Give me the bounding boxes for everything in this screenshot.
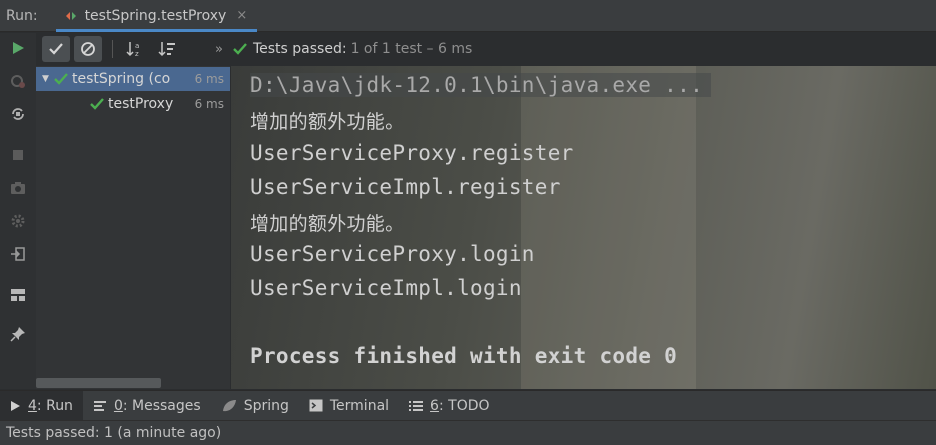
console-line: UserServiceProxy.register bbox=[250, 141, 574, 165]
svg-text:z: z bbox=[135, 50, 139, 57]
tests-passed-summary: Tests passed: 1 of 1 test – 6 ms bbox=[233, 41, 472, 57]
close-tab-icon[interactable]: × bbox=[236, 8, 247, 23]
camera-icon bbox=[11, 182, 25, 194]
tree-item-testspring[interactable]: ▼ testSpring (co 6 ms bbox=[36, 67, 230, 91]
tool-tab-messages-num: 0 bbox=[113, 397, 123, 414]
expand-arrow-icon[interactable]: ▼ bbox=[42, 74, 54, 84]
dump-threads-button[interactable] bbox=[7, 177, 29, 199]
restore-layout-button[interactable] bbox=[7, 284, 29, 306]
run-actions-strip bbox=[0, 33, 36, 389]
tests-passed-label: Tests passed: bbox=[252, 41, 347, 57]
toolbar-separator bbox=[112, 40, 113, 58]
console-line: 增加的额外功能。 bbox=[250, 213, 405, 235]
test-tree: ▼ testSpring (co 6 ms testProxy 6 ms bbox=[36, 66, 230, 389]
settings-button[interactable] bbox=[7, 210, 29, 232]
sort-alpha-icon: a z bbox=[126, 42, 139, 57]
layout-icon bbox=[11, 289, 25, 301]
messages-icon bbox=[93, 400, 107, 412]
auto-test-icon bbox=[12, 108, 24, 120]
stop-button[interactable] bbox=[7, 144, 29, 166]
toggle-auto-test-button[interactable] bbox=[7, 103, 29, 125]
run-tab-testproxy[interactable]: testSpring.testProxy × bbox=[55, 0, 258, 32]
run-icon bbox=[10, 400, 21, 412]
terminal-icon bbox=[309, 399, 323, 412]
run-tab-title: testSpring.testProxy bbox=[84, 7, 227, 24]
passed-check-icon bbox=[54, 73, 68, 85]
show-ignored-toggle[interactable] bbox=[74, 36, 102, 62]
rerun-failed-icon bbox=[11, 75, 25, 88]
tests-passed-count: 1 of 1 test – 6 ms bbox=[350, 41, 473, 57]
tree-item-time: 6 ms bbox=[194, 97, 224, 111]
run-label: Run: bbox=[6, 7, 38, 24]
console-line: UserServiceProxy.login bbox=[250, 242, 535, 266]
stop-icon bbox=[13, 150, 23, 160]
console-line: UserServiceImpl.register bbox=[250, 175, 561, 199]
passed-check-icon bbox=[233, 43, 247, 55]
pin-tab-button[interactable] bbox=[7, 323, 29, 345]
console-line: 增加的额外功能。 bbox=[250, 111, 405, 133]
ignored-icon bbox=[81, 42, 95, 56]
test-results-toolbar: a z » Tests passed: 1 of 1 test – 6 ms bbox=[36, 33, 936, 65]
todo-list-icon bbox=[409, 400, 424, 412]
exit-button[interactable] bbox=[7, 243, 29, 265]
sort-alphabetically-button[interactable]: a z bbox=[121, 36, 149, 62]
sort-duration-icon bbox=[158, 42, 175, 57]
rerun-button[interactable] bbox=[7, 37, 29, 59]
svg-text:a: a bbox=[135, 42, 139, 50]
console-line-command: D:\Java\jdk-12.0.1\bin\java.exe ... bbox=[250, 73, 712, 97]
console-line: UserServiceImpl.login bbox=[250, 276, 522, 300]
tree-item-label: testProxy bbox=[108, 96, 174, 112]
status-bar: Tests passed: 1 (a minute ago) bbox=[0, 420, 936, 445]
tool-tab-todo-label: : TODO bbox=[438, 397, 490, 414]
tool-tab-messages-label: : Messages bbox=[122, 397, 201, 414]
exit-icon bbox=[11, 247, 25, 261]
rerun-failed-button[interactable] bbox=[7, 70, 29, 92]
more-actions-chevron[interactable]: » bbox=[215, 42, 223, 57]
tree-item-testproxy[interactable]: testProxy 6 ms bbox=[36, 92, 230, 116]
tool-tab-messages[interactable]: 0: Messages bbox=[83, 391, 211, 421]
tree-item-time: 6 ms bbox=[194, 72, 224, 86]
tool-tab-terminal-label: Terminal bbox=[329, 397, 390, 414]
spring-leaf-icon bbox=[221, 399, 237, 413]
sort-by-duration-button[interactable] bbox=[153, 36, 181, 62]
tool-window-bar: 4: Run 0: Messages Spring Terminal 6: T… bbox=[0, 390, 936, 421]
tool-tab-todo[interactable]: 6: TODO bbox=[399, 391, 499, 421]
play-icon bbox=[13, 42, 24, 54]
pin-icon bbox=[10, 327, 25, 342]
gear-icon bbox=[11, 214, 25, 228]
tree-item-label: testSpring (co bbox=[72, 71, 171, 87]
tree-horizontal-scrollbar[interactable] bbox=[36, 378, 161, 388]
console-output[interactable]: D:\Java\jdk-12.0.1\bin\java.exe ... 增加的额… bbox=[231, 66, 936, 389]
tool-tab-spring[interactable]: Spring bbox=[211, 391, 299, 421]
tool-tab-terminal[interactable]: Terminal bbox=[299, 391, 399, 421]
tool-tab-run[interactable]: 4: Run bbox=[0, 390, 83, 421]
run-config-icon bbox=[64, 9, 78, 23]
passed-check-icon bbox=[90, 98, 104, 110]
tool-tab-spring-label: Spring bbox=[243, 397, 289, 414]
console-line-exit: Process finished with exit code 0 bbox=[250, 344, 678, 368]
tool-tab-run-num: 4 bbox=[28, 397, 37, 414]
tool-tab-run-label: : Run bbox=[36, 397, 73, 414]
run-tool-header: Run: testSpring.testProxy × bbox=[0, 0, 936, 32]
status-bar-message[interactable]: Tests passed: 1 (a minute ago) bbox=[6, 425, 221, 441]
check-icon bbox=[49, 43, 63, 55]
tool-tab-todo-num: 6 bbox=[430, 397, 439, 414]
show-passed-toggle[interactable] bbox=[42, 36, 70, 62]
